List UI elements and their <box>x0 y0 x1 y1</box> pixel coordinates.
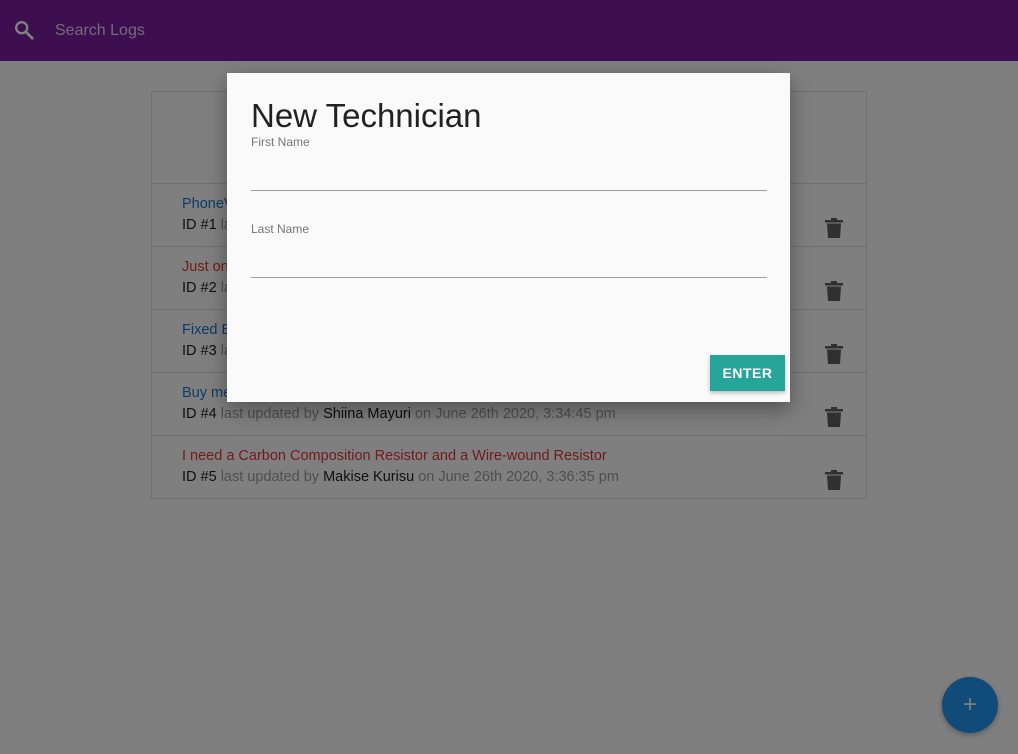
first-name-input[interactable] <box>251 165 767 191</box>
first-name-label: First Name <box>251 135 310 149</box>
modal-title: New Technician <box>251 97 482 134</box>
last-name-input[interactable] <box>251 252 767 278</box>
new-technician-modal: New Technician First Name Last Name ENTE… <box>227 73 790 402</box>
enter-button[interactable]: ENTER <box>710 355 785 391</box>
last-name-label: Last Name <box>251 222 310 236</box>
